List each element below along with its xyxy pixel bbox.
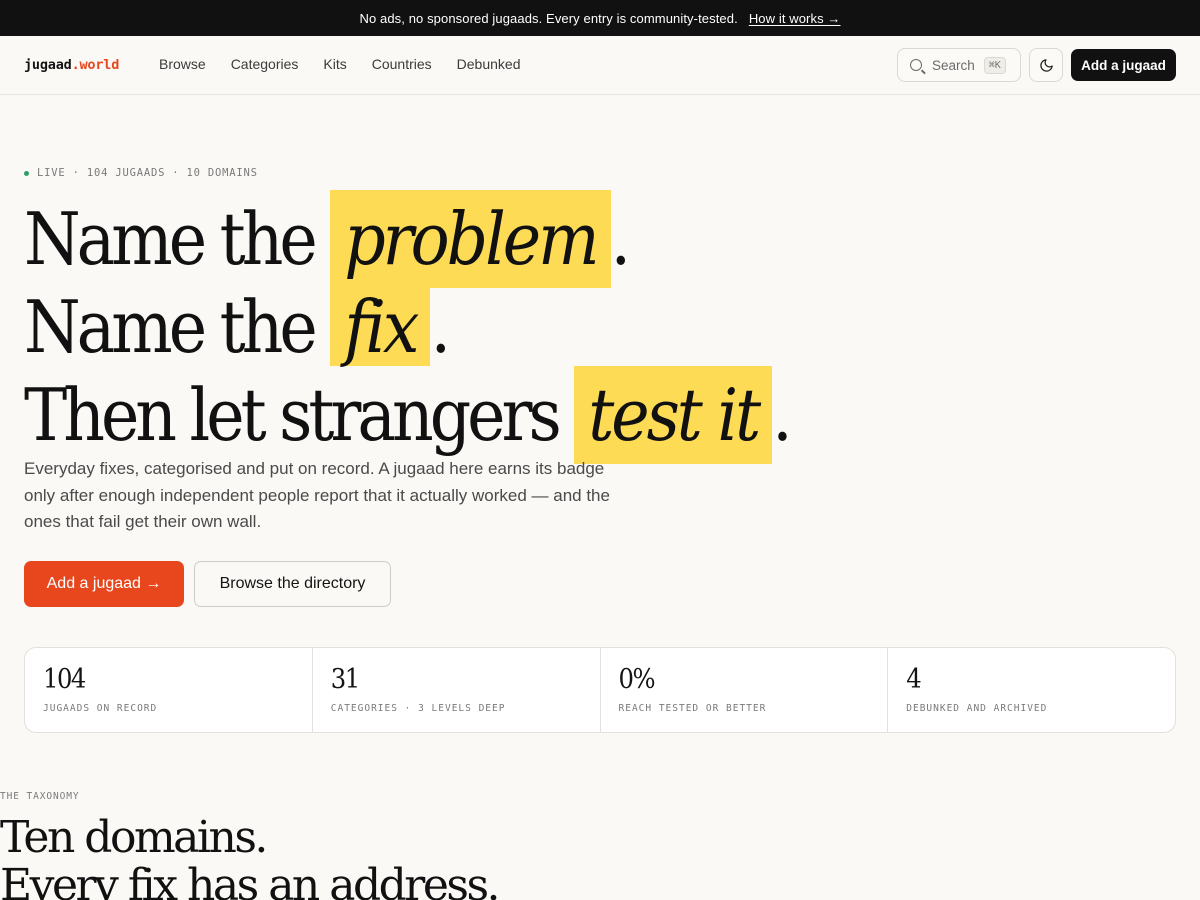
logo-accent: .world bbox=[71, 57, 120, 73]
headline-1-prefix: Name the bbox=[24, 197, 331, 281]
nav-kits[interactable]: Kits bbox=[323, 56, 346, 72]
hero-subtitle: Everyday fixes, categorised and put on r… bbox=[24, 459, 610, 531]
highlight-problem: problem bbox=[330, 190, 611, 288]
stat-value: 104 bbox=[43, 664, 86, 695]
live-dot-icon bbox=[24, 170, 29, 176]
stats-panel: 104 JUGAADS ON RECORD 31 CATEGORIES · 3 … bbox=[24, 647, 1176, 733]
headline-line-2: Name the fix. bbox=[24, 288, 789, 366]
stat-value: 4 bbox=[906, 664, 921, 695]
logo[interactable]: jugaad.world bbox=[24, 57, 119, 73]
how-it-works-link[interactable]: How it works → bbox=[749, 11, 841, 26]
headline-2-prefix: Name the bbox=[24, 285, 331, 369]
announcement-bar: No ads, no sponsored jugaads. Every entr… bbox=[0, 0, 1200, 36]
search-button[interactable]: Search ⌘K bbox=[897, 48, 1021, 82]
search-label: Search bbox=[932, 57, 975, 73]
stat-value: 0% bbox=[618, 664, 656, 695]
stat-label: DEBUNKED AND ARCHIVED bbox=[906, 703, 1048, 714]
headline-line-1: Name the problem. bbox=[24, 190, 789, 288]
nav-categories[interactable]: Categories bbox=[231, 56, 299, 72]
highlight-test-it: test it bbox=[574, 366, 773, 464]
stat-label: JUGAADS ON RECORD bbox=[43, 703, 158, 714]
live-eyebrow: LIVE · 104 JUGAADS · 10 DOMAINS bbox=[24, 167, 258, 179]
nav-debunked[interactable]: Debunked bbox=[457, 56, 521, 72]
taxonomy-title-line-2: Every fix has an address. bbox=[0, 860, 501, 900]
headline-line-3: Then let strangers test it. bbox=[24, 366, 793, 464]
moon-icon bbox=[1039, 58, 1053, 72]
nav-countries[interactable]: Countries bbox=[372, 56, 432, 72]
stat-debunked: 4 DEBUNKED AND ARCHIVED bbox=[888, 648, 1175, 732]
eyebrow-text: LIVE · 104 JUGAADS · 10 DOMAINS bbox=[37, 167, 258, 179]
add-jugaad-button[interactable]: Add a jugaad → bbox=[24, 561, 184, 607]
announcement-text: No ads, no sponsored jugaads. Every entr… bbox=[359, 10, 738, 26]
stat-jugaads: 104 JUGAADS ON RECORD bbox=[25, 648, 313, 732]
browse-directory-button[interactable]: Browse the directory bbox=[194, 561, 391, 607]
site-header: jugaad.world Browse Categories Kits Coun… bbox=[0, 36, 1200, 95]
search-icon bbox=[910, 59, 922, 71]
highlight-fix: fix bbox=[330, 288, 431, 366]
headline-3-suffix: . bbox=[772, 373, 792, 457]
headline-2-suffix: . bbox=[430, 285, 450, 369]
headline-3-prefix: Then let strangers bbox=[24, 373, 575, 457]
stat-reach-tested: 0% REACH TESTED OR BETTER bbox=[601, 648, 889, 732]
stat-label: REACH TESTED OR BETTER bbox=[618, 703, 767, 714]
stat-label: CATEGORIES · 3 LEVELS DEEP bbox=[330, 703, 506, 714]
taxonomy-title-line-1: Ten domains. bbox=[0, 812, 268, 863]
taxonomy-title: Ten domains. Every fix has an address. bbox=[0, 812, 501, 900]
search-shortcut: ⌘K bbox=[983, 56, 1006, 74]
taxonomy-eyebrow: THE TAXONOMY bbox=[0, 791, 80, 802]
stat-categories: 31 CATEGORIES · 3 LEVELS DEEP bbox=[313, 648, 601, 732]
headline-1-suffix: . bbox=[610, 197, 631, 281]
logo-main: jugaad bbox=[24, 57, 72, 73]
add-jugaad-header-button[interactable]: Add a jugaad bbox=[1071, 49, 1176, 81]
nav-browse[interactable]: Browse bbox=[159, 56, 206, 72]
stat-value: 31 bbox=[330, 664, 360, 695]
theme-toggle-button[interactable] bbox=[1029, 48, 1063, 82]
hero-headline: Name the problem. Name the fix. Then let… bbox=[24, 190, 793, 464]
main-nav: Browse Categories Kits Countries Debunke… bbox=[159, 56, 545, 72]
